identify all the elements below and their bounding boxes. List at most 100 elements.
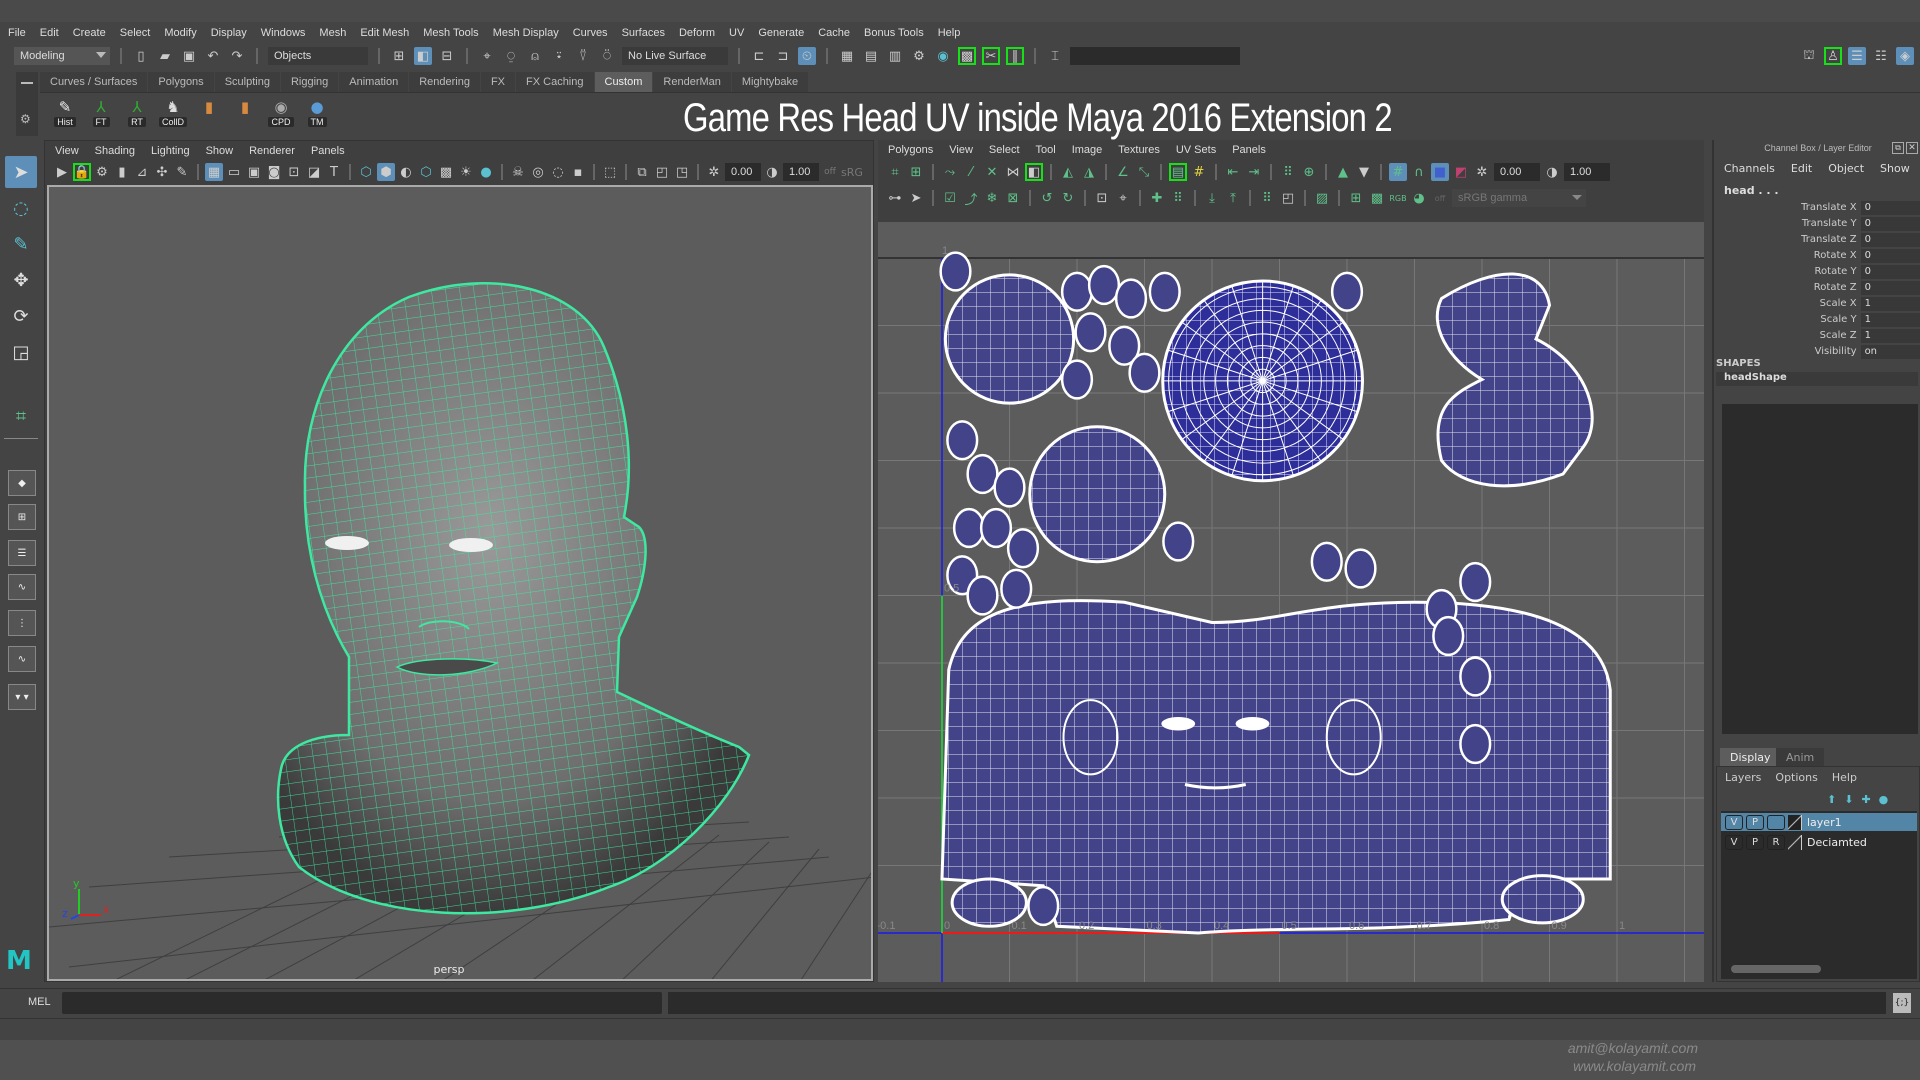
render-view-icon[interactable]: ▦: [838, 47, 856, 65]
shelf-tab-sculpting[interactable]: Sculpting: [214, 72, 280, 92]
output-ops-icon[interactable]: ⊐: [774, 47, 792, 65]
uv-shell-small[interactable]: [966, 453, 999, 495]
menu-deform[interactable]: Deform: [679, 27, 715, 39]
menu-bonus-tools[interactable]: Bonus Tools: [864, 27, 924, 39]
render-setup-icon[interactable]: ▩: [958, 47, 976, 65]
snap-grid-icon[interactable]: ⌖: [478, 47, 496, 65]
layer-r-toggle[interactable]: R: [1767, 834, 1785, 850]
isolate-select-icon[interactable]: ⬚: [601, 163, 619, 181]
film-gate-icon[interactable]: ▭: [225, 163, 243, 181]
live-surface-field[interactable]: No Live Surface: [622, 47, 728, 65]
layer-scrollbar-thumb[interactable]: [1731, 965, 1821, 973]
select-component-icon[interactable]: ⊟: [438, 47, 456, 65]
menu-surfaces[interactable]: Surfaces: [622, 27, 665, 39]
menu-display[interactable]: Display: [211, 27, 247, 39]
menu-uv[interactable]: UV: [729, 27, 744, 39]
layer-tab-display[interactable]: Display: [1720, 748, 1781, 766]
shelf-tab-renderman[interactable]: RenderMan: [653, 72, 731, 92]
uv-shell-small[interactable]: [1000, 568, 1033, 609]
modeling-toolkit-icon[interactable]: ⛫: [1800, 47, 1818, 65]
layer-tab-anim[interactable]: Anim: [1776, 748, 1825, 766]
channel-row[interactable]: Translate Y0: [1714, 216, 1920, 231]
uv-edit-tool-icon[interactable]: ⌗: [5, 400, 37, 432]
viewport-menu-show[interactable]: Show: [206, 145, 234, 157]
viewport-menu-view[interactable]: View: [55, 145, 79, 157]
uv-distortion-icon[interactable]: ◩: [1452, 163, 1470, 181]
script-editor-icon[interactable]: {;}: [1893, 993, 1911, 1013]
selection-mode-dropdown[interactable]: Objects: [268, 47, 368, 65]
uv-shell-small[interactable]: [1006, 528, 1040, 569]
uv-snap-icon[interactable]: ∩: [1410, 163, 1428, 181]
image-plane-icon[interactable]: ⊿: [133, 163, 151, 181]
uv-shell-small[interactable]: [1074, 312, 1107, 353]
textured-icon[interactable]: ▩: [437, 163, 455, 181]
ambient-occlusion-icon[interactable]: ◌: [549, 163, 567, 181]
shelf-tab-curves-surfaces[interactable]: Curves / Surfaces: [40, 72, 148, 92]
uv-cycle-icon[interactable]: ⠿: [1279, 163, 1297, 181]
uv-pin-icon[interactable]: ❄: [983, 189, 1001, 207]
menu-mesh[interactable]: Mesh: [319, 27, 346, 39]
uv-shell-small[interactable]: [1087, 264, 1121, 306]
uv-sew-icon[interactable]: ⋈: [1004, 163, 1022, 181]
uv-exposure-field[interactable]: 0.00: [1494, 163, 1540, 181]
layer-v-toggle[interactable]: V: [1725, 814, 1743, 830]
safe-action-icon[interactable]: ◪: [305, 163, 323, 181]
channel-value[interactable]: 0: [1860, 232, 1920, 247]
layer-color-swatch[interactable]: [1788, 834, 1802, 850]
snap-point-icon[interactable]: ⍝: [526, 47, 544, 65]
layer-color-swatch[interactable]: [1788, 814, 1802, 830]
uv-shell-small[interactable]: [1459, 561, 1492, 603]
uv-select-overlap-icon[interactable]: ➤: [907, 189, 925, 207]
snap-surface-icon[interactable]: ⍢: [574, 47, 592, 65]
uv-shell-small[interactable]: [1114, 278, 1148, 319]
channel-box-icon[interactable]: ◈: [1896, 47, 1914, 65]
uv-dim-image-icon[interactable]: ▨: [1313, 189, 1331, 207]
attribute-editor-icon[interactable]: ☰: [1848, 47, 1866, 65]
frame-icon[interactable]: ◳: [673, 163, 691, 181]
shadows-icon[interactable]: ●: [477, 163, 495, 181]
shelf-tab-polygons[interactable]: Polygons: [148, 72, 214, 92]
command-input[interactable]: [62, 992, 662, 1014]
uv-menu-image[interactable]: Image: [1072, 144, 1103, 156]
channel-row[interactable]: Rotate X0: [1714, 248, 1920, 263]
uv-check-icon[interactable]: ☑: [941, 189, 959, 207]
shelf-button-mesh-5[interactable]: ▮: [230, 97, 260, 131]
wireframe-on-shaded-icon[interactable]: ⬡: [417, 163, 435, 181]
uv-select-edge-icon[interactable]: ⊶: [886, 189, 904, 207]
hud-icon[interactable]: ◰: [653, 163, 671, 181]
xray-icon[interactable]: ☠: [509, 163, 527, 181]
save-scene-icon[interactable]: ▣: [180, 47, 198, 65]
uv-unfold-icon[interactable]: ◧: [1025, 163, 1043, 181]
layout-outliner-icon[interactable]: ☰: [8, 540, 36, 566]
2d-pan-zoom-icon[interactable]: ✣: [153, 163, 171, 181]
viewport-menu-panels[interactable]: Panels: [311, 145, 345, 157]
uv-shell-small[interactable]: [1459, 656, 1492, 697]
uv-center-icon[interactable]: ⊡: [1093, 189, 1111, 207]
shelf-button-rt[interactable]: ⅄ RT: [122, 97, 152, 131]
shelf-menu-icon[interactable]: [21, 82, 33, 84]
construction-history-icon[interactable]: ⏲: [798, 47, 816, 65]
xray-joints-icon[interactable]: ◎: [529, 163, 547, 181]
gamma-field[interactable]: 1.00: [783, 163, 819, 181]
layout-single-icon[interactable]: ◆: [8, 470, 36, 496]
render-settings-icon[interactable]: ⚙: [910, 47, 928, 65]
menu-curves[interactable]: Curves: [573, 27, 608, 39]
select-object-icon[interactable]: ◧: [414, 47, 432, 65]
bookmark-icon[interactable]: ▮: [113, 163, 131, 181]
uv-menu-tool[interactable]: Tool: [1036, 144, 1056, 156]
viewport-menu-lighting[interactable]: Lighting: [151, 145, 190, 157]
menu-edit[interactable]: Edit: [40, 27, 59, 39]
shelf-button-hist[interactable]: ✎ Hist: [50, 97, 80, 131]
move-tool-icon[interactable]: ✥: [5, 264, 37, 296]
light-editor-icon[interactable]: ✂: [982, 47, 1000, 65]
wireframe-icon[interactable]: ⬡: [357, 163, 375, 181]
uv-menu-textures[interactable]: Textures: [1118, 144, 1160, 156]
uv-straighten-icon[interactable]: ∠: [1114, 163, 1132, 181]
color-mgmt-icon[interactable]: off: [821, 163, 839, 181]
float-panel-icon[interactable]: ⧉: [1892, 142, 1904, 154]
uv-menu-panels[interactable]: Panels: [1232, 144, 1266, 156]
uv-display-grid-icon[interactable]: ⊞: [1347, 189, 1365, 207]
gate-mask-icon[interactable]: ◙: [265, 163, 283, 181]
channel-menu-show[interactable]: Show: [1880, 162, 1910, 175]
uv-shell-small[interactable]: [1162, 521, 1195, 562]
